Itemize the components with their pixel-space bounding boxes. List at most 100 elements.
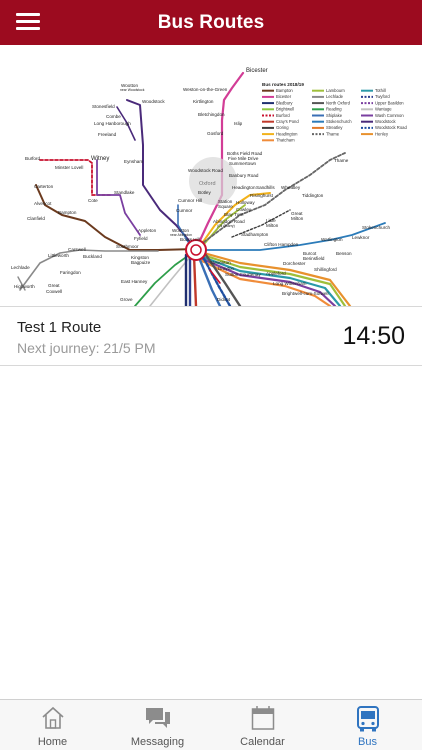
legend-label: Stokenchurch bbox=[326, 119, 352, 124]
label-long-hanborough: Long Hanborough bbox=[94, 121, 131, 126]
calendar-icon bbox=[251, 706, 275, 730]
legend-label: Lambourn bbox=[326, 88, 346, 93]
label-boars-hill: Boars Hill bbox=[180, 237, 200, 242]
label-drayton: Drayton bbox=[218, 266, 235, 271]
label-bicester: Bicester bbox=[246, 68, 268, 74]
legend-label: Woodstock Road bbox=[375, 125, 407, 130]
map-legend: Bus routes 2018/19 Bampton Lambourn Tothil… bbox=[262, 82, 407, 143]
legend-label: Goring bbox=[276, 125, 289, 130]
label-boths-field: Boths Field Road bbox=[227, 151, 263, 156]
tab-messaging[interactable]: Messaging bbox=[105, 700, 210, 751]
label-berinsfield: Berinsfield bbox=[303, 256, 325, 261]
label-holloway: Holloway bbox=[236, 200, 255, 205]
label-great-coxwell: Great bbox=[48, 283, 60, 288]
label-risinghurst: Risinghurst bbox=[250, 193, 274, 198]
label-islip: Islip bbox=[234, 121, 243, 126]
label-steventon: Steventon bbox=[210, 260, 231, 265]
legend-label: Thame bbox=[326, 131, 340, 136]
label-great-coxwell-2: Coxwell bbox=[46, 289, 62, 294]
label-banbury-road: Banbury Road bbox=[229, 173, 259, 178]
label-freeland: Freeland bbox=[98, 132, 117, 137]
tab-calendar-label: Calendar bbox=[240, 736, 285, 748]
label-botley: Botley bbox=[198, 190, 211, 195]
label-appleton: Appleton bbox=[138, 228, 157, 233]
legend-label: Brightwell bbox=[276, 107, 294, 112]
label-gosford: Gosford bbox=[207, 131, 224, 136]
label-bampton: Bampton bbox=[58, 210, 77, 215]
legend-label: Cray's Pond bbox=[276, 119, 299, 124]
tab-calendar[interactable]: Calendar bbox=[210, 700, 315, 751]
bus-icon bbox=[357, 706, 379, 732]
label-wheatley: Wheatley bbox=[281, 185, 301, 190]
bus-route-map[interactable]: Bicester Weston-on-the-Green Kirtlington… bbox=[0, 45, 422, 306]
label-sandhills: Sandhills bbox=[256, 185, 275, 190]
legend-label: Streatley bbox=[326, 125, 343, 130]
legend-label: Bampton bbox=[276, 88, 293, 93]
label-stadhampton: Stadhampton bbox=[241, 232, 269, 237]
label-cumnor-hill: Cumnor Hill bbox=[178, 198, 202, 203]
label-burford: Burford bbox=[25, 156, 41, 161]
legend-label: Bledbury bbox=[276, 100, 293, 105]
label-woodstock-road: Woodstock Road bbox=[188, 168, 223, 173]
label-stokenchurch: Stokenchurch bbox=[362, 225, 391, 230]
route-name: Test 1 Route bbox=[17, 319, 102, 336]
legend-label: Lechlade bbox=[326, 94, 344, 99]
label-dorchester: Dorchester bbox=[283, 261, 306, 266]
label-weston: Weston-on-the-Green bbox=[183, 87, 228, 92]
app-header: Bus Routes bbox=[0, 0, 422, 45]
legend-label: Burford bbox=[276, 113, 290, 118]
legend-label: North Oxford bbox=[326, 100, 351, 105]
label-southmoor: Southmoor bbox=[116, 244, 139, 249]
legend-label: Thatcham bbox=[276, 138, 295, 143]
label-wootton-sub: near Woodstock bbox=[120, 88, 145, 92]
tab-bus[interactable]: Bus bbox=[315, 700, 420, 751]
label-shillingford: Shillingford bbox=[314, 267, 337, 272]
label-highworth: Highworth bbox=[14, 284, 35, 289]
label-abingdon-road-sub: (Oil Quarry) bbox=[217, 224, 235, 228]
label-grove: Grove bbox=[120, 297, 133, 302]
label-cumnor: Cumnor bbox=[176, 208, 193, 213]
tab-home-label: Home bbox=[37, 736, 68, 748]
label-buckland: Buckland bbox=[83, 254, 102, 259]
legend-title: Bus routes 2018/19 bbox=[262, 82, 304, 87]
label-lewknor: Lewknor bbox=[352, 235, 370, 240]
label-littleworth: Littleworth bbox=[48, 253, 69, 258]
label-alvescot: Alvescot bbox=[34, 201, 52, 206]
label-great-milton-2: Milton bbox=[291, 216, 304, 221]
label-carterton: Carterton bbox=[34, 184, 54, 189]
label-watlington: Watlington bbox=[321, 237, 343, 242]
route-map-graphic: Bicester Weston-on-the-Green Kirtlington… bbox=[11, 68, 407, 306]
legend-label: Upper Basildon bbox=[375, 100, 404, 105]
home-icon bbox=[42, 706, 64, 729]
label-east-hanney: East Hanney bbox=[121, 279, 148, 284]
legend-label: Reading bbox=[326, 107, 342, 112]
label-summertown: Summertown bbox=[229, 161, 257, 166]
label-faringdon: Faringdon bbox=[60, 270, 81, 275]
label-five-mile: Five Mile Drive bbox=[228, 156, 259, 161]
legend-label: Headington bbox=[276, 131, 298, 136]
label-station-2: Square bbox=[218, 204, 233, 209]
label-headington: Headington bbox=[232, 185, 256, 190]
legend-label: Twyford bbox=[375, 94, 390, 99]
legend-label: Wantage bbox=[375, 107, 392, 112]
page-title: Bus Routes bbox=[157, 12, 265, 33]
label-cote: Cote bbox=[88, 198, 98, 203]
legend-label: Bicester bbox=[276, 94, 292, 99]
label-didcot: Didcot bbox=[217, 297, 231, 302]
label-appleford: Appleford bbox=[266, 271, 286, 276]
label-witney: Witney bbox=[91, 156, 109, 162]
label-lechlade: Lechlade bbox=[11, 265, 30, 270]
tab-home[interactable]: Home bbox=[0, 700, 105, 751]
label-oxford: Oxford bbox=[199, 181, 216, 187]
legend-label: Tothill bbox=[375, 88, 386, 93]
label-clanfield: Clanfield bbox=[27, 216, 45, 221]
route-list-item[interactable]: Test 1 Route Next journey: 21/5 PM 14:50 bbox=[0, 306, 422, 366]
legend-label: Wash Common bbox=[375, 113, 404, 118]
label-tiddington: Tiddington bbox=[302, 193, 324, 198]
label-combe: Combe bbox=[106, 114, 121, 119]
label-kirtlington: Kirtlington bbox=[193, 99, 214, 104]
label-brightwell: Brightwell-cum-Sotwell bbox=[282, 291, 328, 296]
label-woodstock: Woodstock bbox=[142, 99, 165, 104]
legend-label: Henley bbox=[375, 131, 389, 136]
label-sutton-courtenay: Sutton Courtenay bbox=[225, 272, 261, 277]
